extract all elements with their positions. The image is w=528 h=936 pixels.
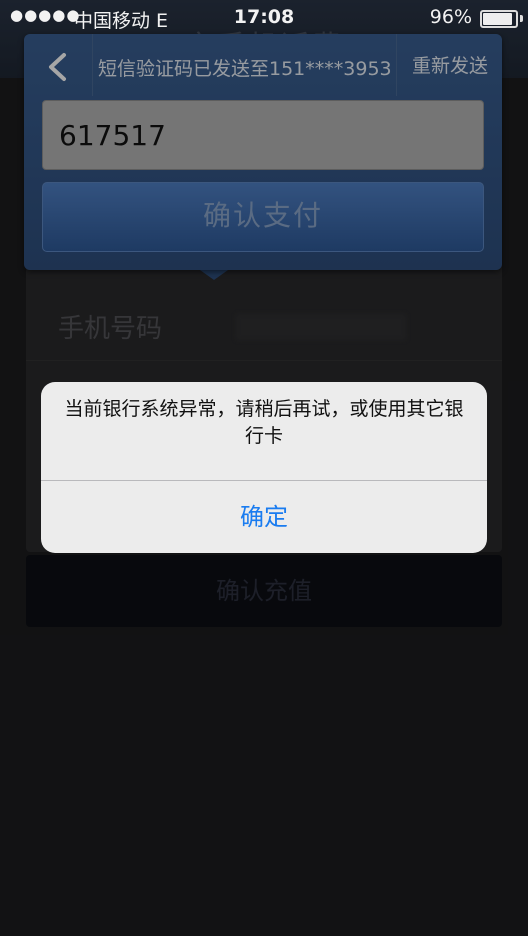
battery-icon <box>480 10 518 28</box>
alert-ok-button[interactable]: 确定 <box>41 481 487 553</box>
battery-fill <box>483 13 512 25</box>
alert-dialog: 当前银行系统异常，请稍后再试，或使用其它银行卡 确定 <box>41 382 487 553</box>
status-bar: ●●●●● 中国移动 E 17:08 96% <box>0 0 528 34</box>
alert-message: 当前银行系统异常，请稍后再试，或使用其它银行卡 <box>64 398 464 447</box>
battery-percent: 96% <box>429 6 472 28</box>
battery-tip <box>520 15 523 22</box>
